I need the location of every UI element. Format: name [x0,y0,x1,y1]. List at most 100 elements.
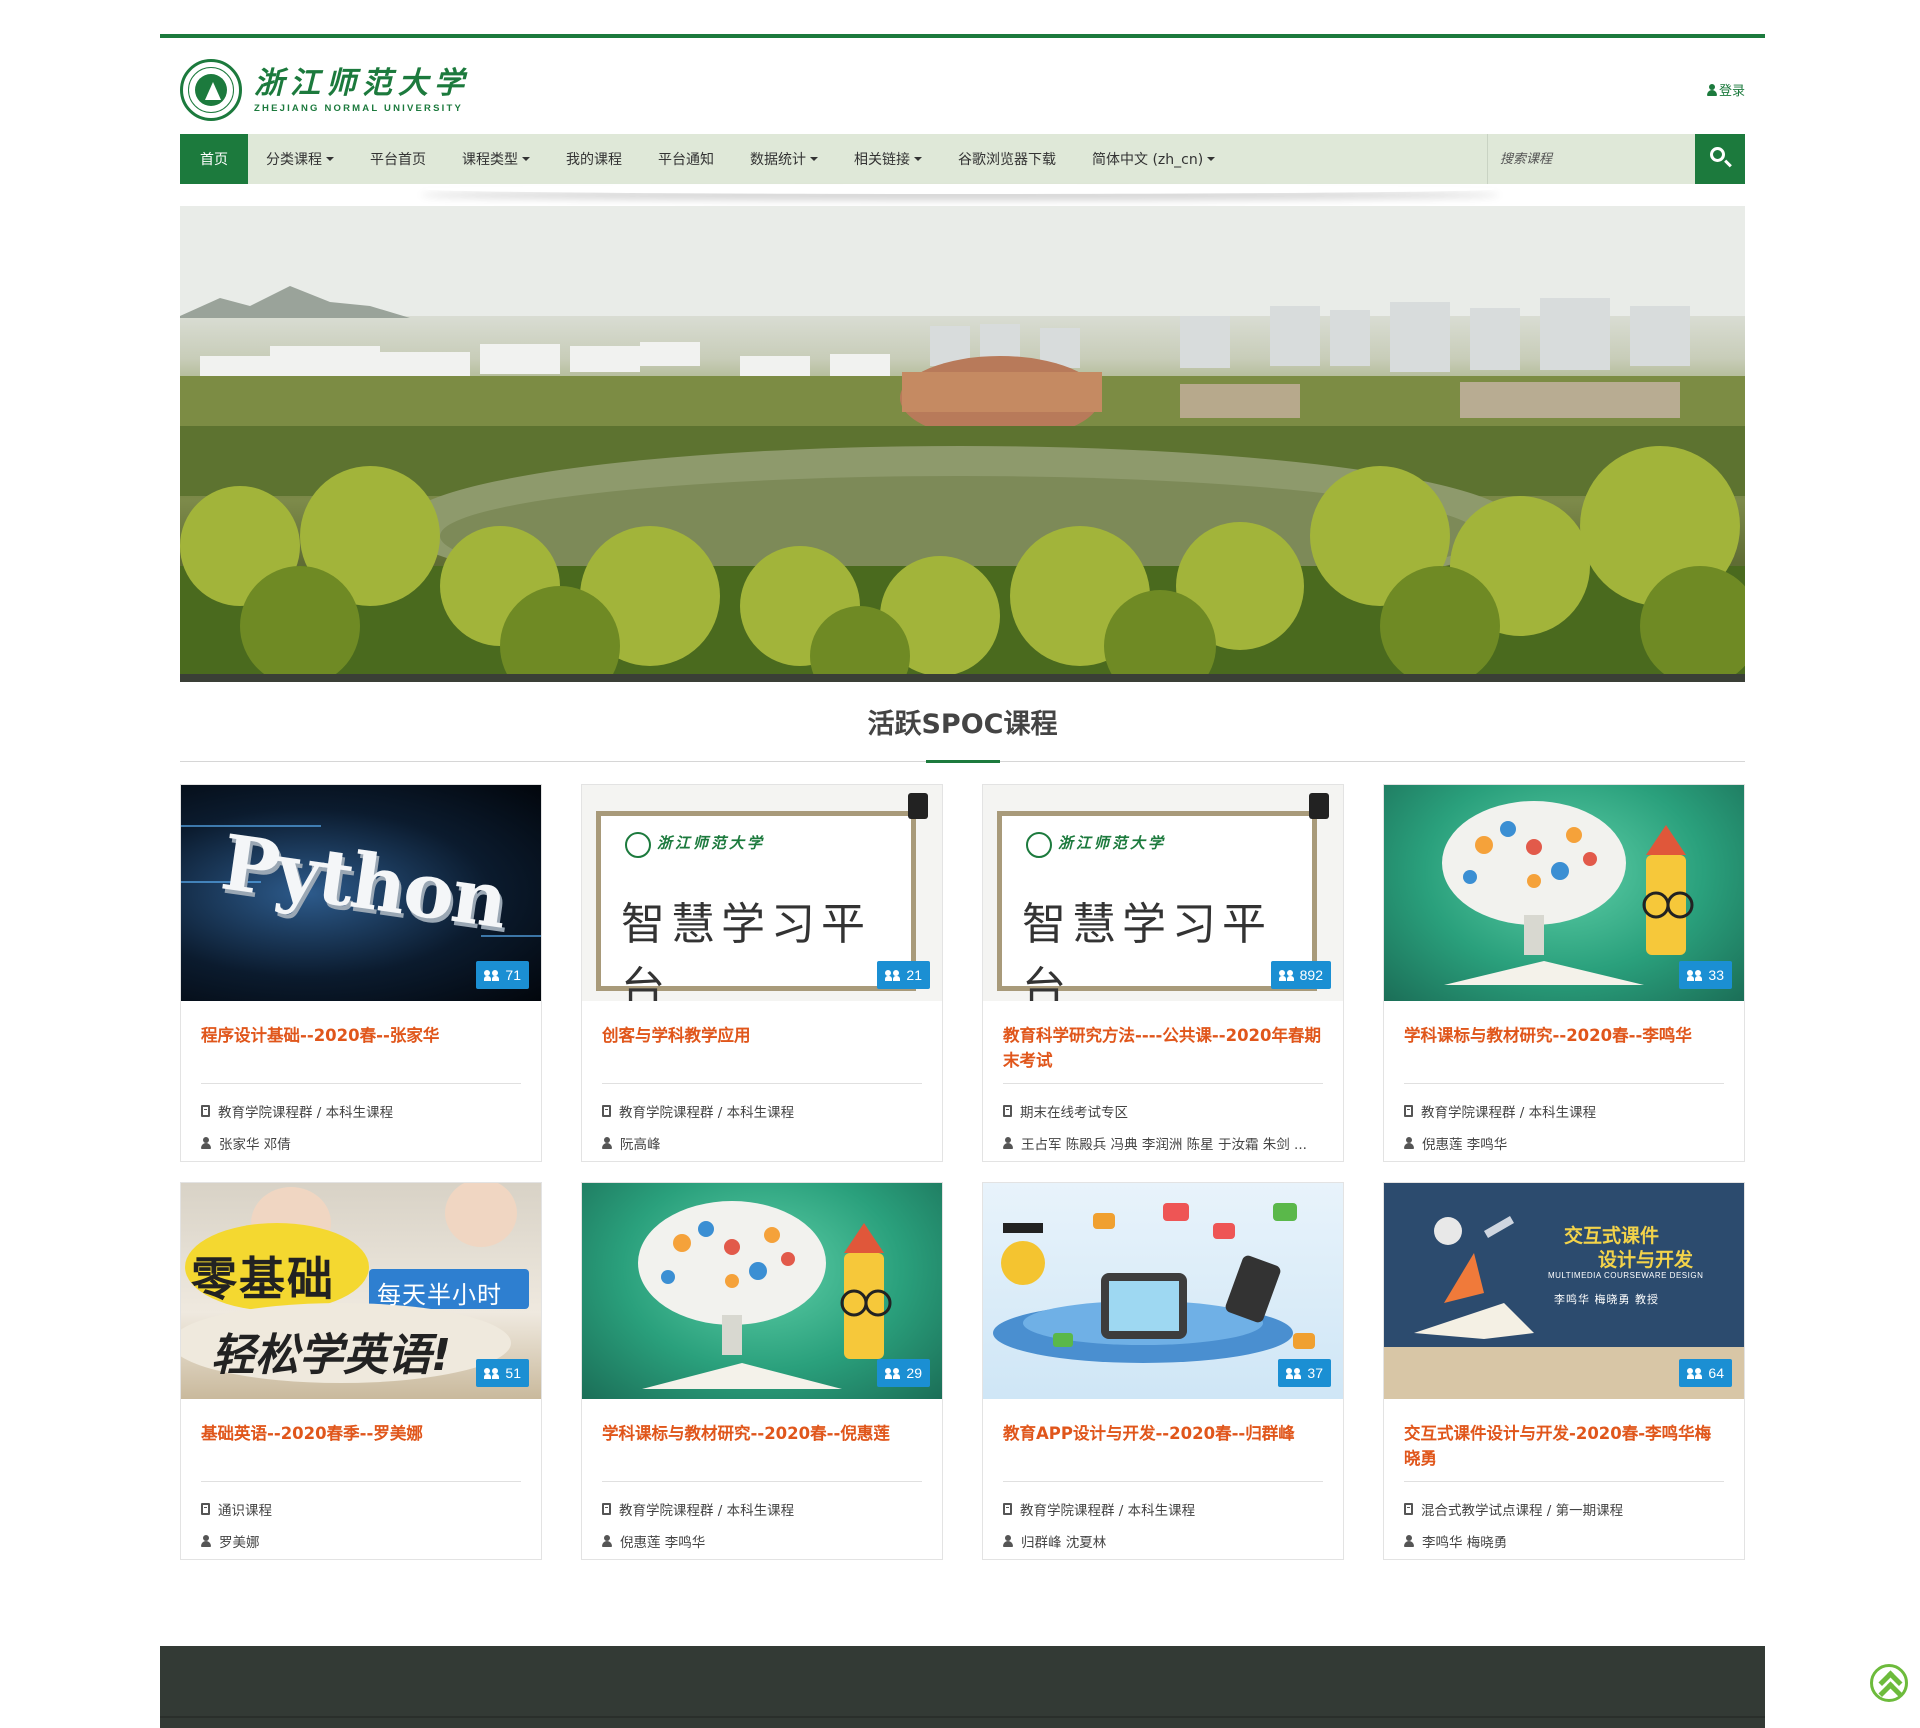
course-thumbnail-courseware[interactable]: 交互式课件 设计与开发 MULTIMEDIA COURSEWARE DESIGN… [1384,1183,1744,1399]
nav-label: 简体中文 (zh_cn) [1092,152,1204,168]
enrolled-count: 37 [1307,1365,1323,1381]
thumb-title-2: 设计与开发 [1598,1249,1694,1271]
teacher-icon [201,1137,211,1149]
search-icon [1710,147,1725,162]
university-logo[interactable]: 浙江师范大学 ZHEJIANG NORMAL UNIVERSITY [180,58,470,122]
nav-item-category-courses[interactable]: 分类课程 [248,134,352,184]
teacher-icon [1003,1535,1013,1547]
course-title[interactable]: 教育APP设计与开发--2020春--归群峰 [1003,1421,1323,1446]
nav-label: 数据统计 [750,152,806,168]
category-text: 教育学院课程群 / 本科生课程 [1020,1503,1196,1519]
user-icon [1706,83,1717,96]
search-input[interactable] [1487,134,1695,184]
nav-item-chrome-download[interactable]: 谷歌浏览器下载 [940,134,1074,184]
nav-item-links[interactable]: 相关链接 [836,134,940,184]
nav-label: 相关链接 [854,152,910,168]
course-category: 教育学院课程群 / 本科生课程 [602,1101,922,1121]
course-title[interactable]: 创客与学科教学应用 [602,1023,922,1048]
users-icon [1687,1367,1703,1379]
enrolled-badge: 892 [1270,961,1331,989]
board-logo-text: 浙江师范大学 [657,834,766,852]
teacher-icon [1404,1535,1414,1547]
course-card[interactable]: 浙江师范大学 智慧学习平台 21 创客与学科教学应用 教育学院课程群 / 本科生… [581,784,943,1162]
page-container: 浙江师范大学 ZHEJIANG NORMAL UNIVERSITY 登录 首页 … [160,34,1765,1728]
book-icon [201,1105,210,1117]
login-link[interactable]: 登录 [1706,80,1745,99]
users-icon [1278,969,1295,981]
users-icon [1286,1367,1302,1379]
course-card[interactable]: 29 学科课标与教材研究--2020春--倪惠莲 教育学院课程群 / 本科生课程… [581,1182,943,1560]
category-text: 教育学院课程群 / 本科生课程 [619,1503,795,1519]
book-icon [602,1503,611,1515]
logo-small-icon [625,832,651,858]
course-card[interactable]: 零基础 每天半小时 轻松学英语! 51 基础英语--2020春季--罗美娜 通识… [180,1182,542,1560]
course-title[interactable]: 基础英语--2020春季--罗美娜 [201,1421,521,1446]
card-divider [602,1481,922,1482]
course-thumbnail-board[interactable]: 浙江师范大学 智慧学习平台 21 [582,785,942,1001]
course-title[interactable]: 学科课标与教材研究--2020春--倪惠莲 [602,1421,922,1446]
course-card[interactable]: 33 学科课标与教材研究--2020春--李鸣华 教育学院课程群 / 本科生课程… [1383,784,1745,1162]
course-teachers: 倪惠莲 李鸣华 [602,1531,922,1551]
course-category: 教育学院课程群 / 本科生课程 [1404,1101,1724,1121]
logo-small-icon [1026,832,1052,858]
course-teachers: 张家华 邓倩 [201,1133,521,1153]
card-divider [1404,1083,1724,1084]
course-category: 通识课程 [201,1499,521,1519]
enrolled-badge: 71 [476,961,529,989]
nav-item-notices[interactable]: 平台通知 [640,134,732,184]
enrolled-badge: 29 [877,1359,930,1387]
footer-divider [160,1716,1765,1718]
nav-item-my-courses[interactable]: 我的课程 [548,134,640,184]
course-teachers: 李鸣华 梅晓勇 [1404,1531,1724,1551]
teachers-text: 阮高峰 [620,1137,661,1153]
thumb-subline: 每天半小时 [377,1281,502,1309]
course-thumbnail-brain[interactable]: 29 [582,1183,942,1399]
card-divider [201,1481,521,1482]
course-title[interactable]: 教育科学研究方法----公共课--2020年春期末考试 [1003,1023,1323,1073]
course-thumbnail-brain[interactable]: 33 [1384,785,1744,1001]
enrolled-badge: 51 [476,1359,529,1387]
category-text: 教育学院课程群 / 本科生课程 [619,1105,795,1121]
campus-banner-image [180,206,1745,682]
course-card[interactable]: Python 71 程序设计基础--2020春--张家华 教育学院课程群 / 本… [180,784,542,1162]
course-thumbnail-app[interactable]: 37 [983,1183,1343,1399]
nav-item-statistics[interactable]: 数据统计 [732,134,836,184]
enrolled-count: 64 [1708,1365,1724,1381]
teachers-text: 王占军 陈殿兵 冯典 李润洲 陈星 于汝霜 朱剑 ... [1021,1137,1307,1153]
nav-item-home[interactable]: 首页 [180,134,248,184]
course-title[interactable]: 学科课标与教材研究--2020春--李鸣华 [1404,1023,1724,1048]
nav-label: 谷歌浏览器下载 [958,152,1056,168]
book-icon [1003,1503,1012,1515]
nav-item-course-types[interactable]: 课程类型 [444,134,548,184]
users-icon [484,1367,500,1379]
course-teachers: 阮高峰 [602,1133,922,1153]
course-category: 教育学院课程群 / 本科生课程 [602,1499,922,1519]
search-button[interactable] [1695,134,1745,184]
course-card[interactable]: 37 教育APP设计与开发--2020春--归群峰 教育学院课程群 / 本科生课… [982,1182,1344,1560]
nav-item-language[interactable]: 简体中文 (zh_cn) [1074,134,1233,184]
users-icon [484,969,500,981]
caret-down-icon [914,157,922,161]
course-title[interactable]: 程序设计基础--2020春--张家华 [201,1023,521,1048]
teachers-text: 罗美娜 [219,1535,260,1551]
course-thumbnail-board[interactable]: 浙江师范大学 智慧学习平台 892 [983,785,1343,1001]
course-thumbnail-english[interactable]: 零基础 每天半小时 轻松学英语! 51 [181,1183,541,1399]
teacher-icon [1404,1137,1414,1149]
teacher-icon [602,1535,612,1547]
category-text: 通识课程 [218,1503,272,1519]
thumb-title: 交互式课件 [1564,1225,1660,1247]
users-icon [885,1367,901,1379]
course-card[interactable]: 浙江师范大学 智慧学习平台 892 教育科学研究方法----公共课--2020年… [982,784,1344,1162]
course-card[interactable]: 交互式课件 设计与开发 MULTIMEDIA COURSEWARE DESIGN… [1383,1182,1745,1560]
course-thumbnail-python[interactable]: Python 71 [181,785,541,1001]
course-title[interactable]: 交互式课件设计与开发-2020春-李鸣华梅晓勇 [1404,1421,1724,1471]
nav-item-platform-home[interactable]: 平台首页 [352,134,444,184]
course-category: 教育学院课程群 / 本科生课程 [201,1101,521,1121]
enrolled-count: 51 [505,1365,521,1381]
thumb-text: Python [216,817,512,946]
course-teachers: 倪惠莲 李鸣华 [1404,1133,1724,1153]
login-label: 登录 [1718,84,1745,99]
back-to-top-icon[interactable] [1870,1664,1908,1702]
main-navbar: 首页 分类课程 平台首页 课程类型 我的课程 平台通知 数据统计 相关链接 谷歌… [180,134,1745,184]
